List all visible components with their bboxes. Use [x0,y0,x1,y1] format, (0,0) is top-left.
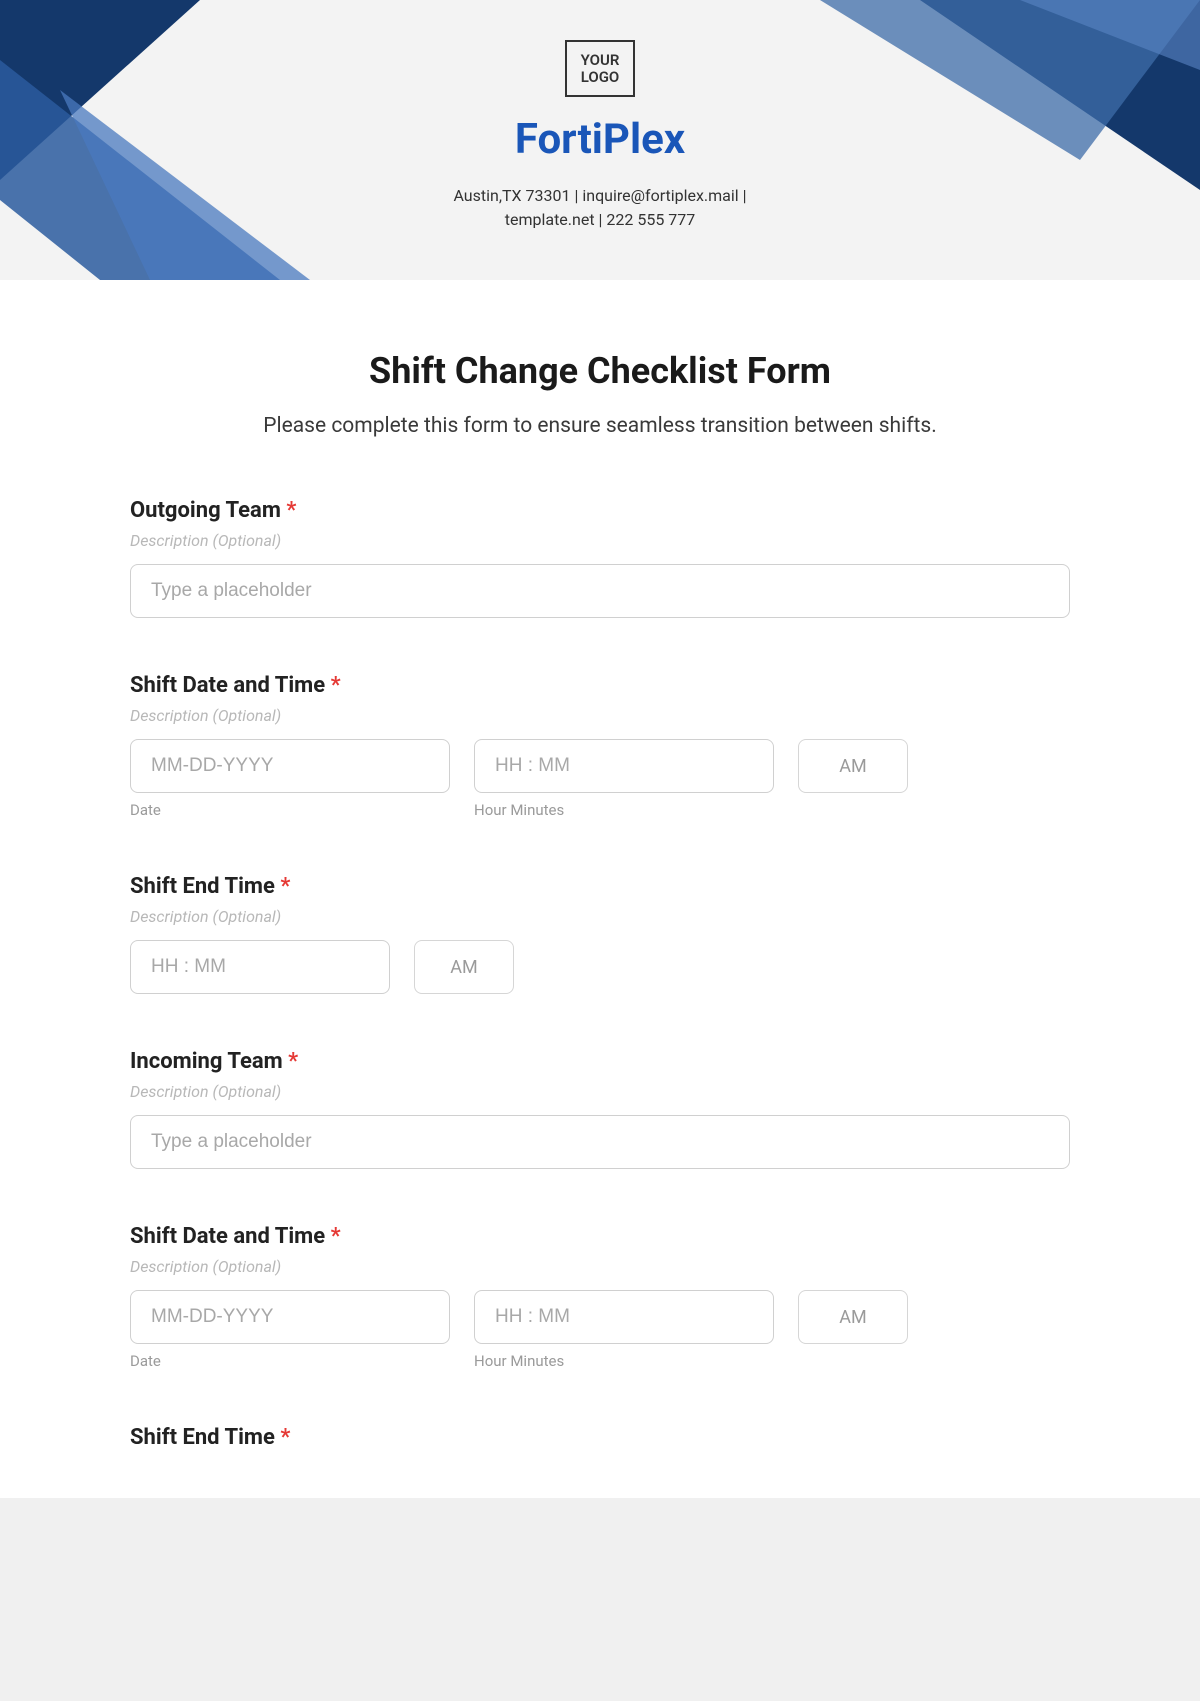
company-name: FortiPlex [0,115,1200,164]
shift-time-input[interactable] [474,739,774,793]
field-label: Shift Date and Time * [130,1224,1070,1249]
contact-line-2: template.net | 222 555 777 [505,210,696,229]
field-shift-end-1: Shift End Time * Description (Optional) … [130,874,1070,994]
page-subtitle: Please complete this form to ensure seam… [130,414,1070,438]
outgoing-team-input[interactable] [130,564,1070,618]
field-outgoing-team: Outgoing Team * Description (Optional) [130,498,1070,618]
field-description: Description (Optional) [130,1082,1070,1101]
field-description: Description (Optional) [130,706,1070,725]
shift-date-input-2[interactable] [130,1290,450,1344]
company-contact: Austin,TX 73301 | inquire@fortiplex.mail… [0,184,1200,232]
date-sublabel: Date [130,801,450,819]
page-title: Shift Change Checklist Form [130,350,1070,392]
field-incoming-team: Incoming Team * Description (Optional) [130,1049,1070,1169]
shift-end-time-input[interactable] [130,940,390,994]
field-label: Incoming Team * [130,1049,1070,1074]
ampm-selector[interactable]: AM [798,739,908,793]
form-body: Shift Change Checklist Form Please compl… [0,280,1200,1498]
field-shift-end-2: Shift End Time * [130,1425,1070,1450]
field-label: Outgoing Team * [130,498,1070,523]
time-sublabel: Hour Minutes [474,1352,774,1370]
contact-line-1: Austin,TX 73301 | inquire@fortiplex.mail… [453,186,746,205]
field-shift-datetime-2: Shift Date and Time * Description (Optio… [130,1224,1070,1370]
required-mark: * [280,1425,290,1450]
field-description: Description (Optional) [130,531,1070,550]
header-banner: YOUR LOGO FortiPlex Austin,TX 73301 | in… [0,0,1200,280]
time-sublabel: Hour Minutes [474,801,774,819]
ampm-selector[interactable]: AM [798,1290,908,1344]
incoming-team-input[interactable] [130,1115,1070,1169]
required-mark: * [331,673,341,698]
required-mark: * [286,498,296,523]
field-label: Shift Date and Time * [130,673,1070,698]
required-mark: * [331,1224,341,1249]
logo-placeholder: YOUR LOGO [565,40,636,97]
date-sublabel: Date [130,1352,450,1370]
logo-text-2: LOGO [581,68,620,86]
ampm-selector[interactable]: AM [414,940,514,994]
field-description: Description (Optional) [130,907,1070,926]
required-mark: * [288,1049,298,1074]
field-description: Description (Optional) [130,1257,1070,1276]
field-label: Shift End Time * [130,1425,1070,1450]
field-shift-datetime-1: Shift Date and Time * Description (Optio… [130,673,1070,819]
shift-date-input[interactable] [130,739,450,793]
field-label: Shift End Time * [130,874,1070,899]
shift-time-input-2[interactable] [474,1290,774,1344]
required-mark: * [280,874,290,899]
logo-text-1: YOUR [581,51,620,69]
